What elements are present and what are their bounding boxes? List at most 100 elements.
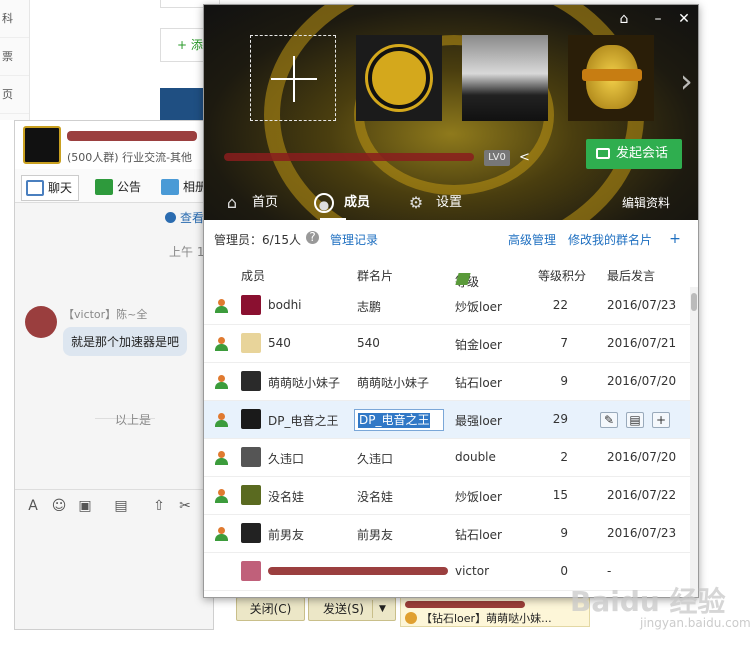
column-last-speak[interactable]: 最后发言 (607, 267, 655, 284)
tab-album[interactable]: 相册 (157, 175, 207, 201)
table-row[interactable]: 久违口 久违口 double 2 2016/07/20 (204, 439, 690, 477)
column-card[interactable]: 群名片 (357, 267, 393, 284)
chevron-down-icon[interactable]: ▼ (379, 598, 386, 620)
group-photo-1[interactable] (356, 35, 442, 121)
admin-user-icon (214, 489, 228, 503)
profile-card-icon[interactable]: ▤ (626, 412, 644, 428)
close-icon[interactable]: ✕ (676, 11, 692, 27)
photo-icon (161, 179, 179, 195)
group-photo-3[interactable] (568, 35, 654, 121)
column-points[interactable]: 等级积分 (538, 267, 586, 284)
gift-icon[interactable]: ▣ (77, 498, 93, 514)
scrollbar[interactable] (690, 287, 698, 597)
member-avatar[interactable] (241, 523, 261, 543)
tab-home[interactable]: ⌂ 首页 (222, 185, 278, 220)
send-button-label: 发送(S) (323, 602, 364, 616)
notification-bar[interactable]: 【钻石loer】萌萌哒小妹... (400, 597, 590, 627)
chat-header: (500人群) 行业交流-其他 (15, 121, 213, 169)
image-icon[interactable]: ▤ (113, 498, 129, 514)
card-edit-input[interactable]: DP_电音之王 (354, 409, 444, 431)
home-icon: ⌂ (226, 193, 238, 212)
member-name[interactable]: 没名娃 (268, 488, 304, 505)
edit-card-icon[interactable]: ✎ (600, 412, 618, 428)
chat-title-redacted (67, 127, 197, 141)
see-link-label: 查看 (180, 211, 205, 225)
table-row[interactable]: 萌萌哒小妹子 萌萌哒小妹子 钻石loer 9 2016/07/20 (204, 363, 690, 401)
member-table-header: 成员 群名片 等级 等级积分 最后发言 (204, 261, 698, 289)
add-friend-icon[interactable]: + (652, 412, 670, 428)
sender-avatar[interactable] (25, 306, 57, 338)
member-last-speak: - (607, 564, 612, 578)
member-name[interactable]: 前男友 (268, 526, 304, 543)
table-row[interactable]: 没名娃 没名娃 炒饭loer 15 2016/07/22 (204, 477, 690, 515)
member-avatar[interactable] (241, 447, 261, 467)
watermark: Baidu 经验 (570, 585, 726, 618)
member-avatar[interactable] (241, 295, 261, 315)
member-last-speak: 2016/07/22 (607, 488, 677, 502)
tab-home-label: 首页 (252, 195, 279, 210)
member-name[interactable]: DP_电音之王 (268, 412, 338, 429)
pin-icon[interactable]: ⌂ (616, 11, 632, 27)
member-avatar[interactable] (241, 485, 261, 505)
admin-user-icon (214, 451, 228, 465)
tab-announcement[interactable]: 公告 (91, 175, 141, 201)
member-points: 2 (560, 450, 568, 464)
level-badge: LV0 (484, 150, 510, 166)
member-name[interactable]: 萌萌哒小妹子 (268, 374, 340, 391)
member-avatar[interactable] (241, 333, 261, 353)
group-name-redacted (224, 153, 474, 163)
background-left-item[interactable]: 科 (0, 0, 29, 38)
manage-record-link[interactable]: 管理记录 (330, 231, 378, 248)
tab-settings[interactable]: ⚙ 设置 (406, 185, 462, 220)
send-button[interactable]: 发送(S) ▼ (308, 597, 396, 621)
table-row[interactable]: 前男友 前男友 钻石loer 9 2016/07/23 (204, 515, 690, 553)
advanced-manage-link[interactable]: 高级管理 (508, 231, 556, 248)
start-chat-button[interactable]: 发起会话 (586, 139, 682, 169)
background-left-item[interactable]: 页 (0, 76, 29, 114)
member-name-redacted (268, 567, 448, 575)
share-icon[interactable]: < (519, 150, 530, 165)
member-name[interactable]: 540 (268, 336, 291, 350)
background-left-column: 科 票 页 (0, 0, 30, 120)
member-toolbar: 管理员：6/15人 ? 管理记录 高级管理 修改我的群名片 + (204, 221, 698, 257)
table-row[interactable]: bodhi 志鹏 炒饭loer 22 2016/07/23 (204, 287, 690, 325)
add-member-icon[interactable]: + (664, 229, 686, 249)
member-avatar[interactable] (241, 371, 261, 391)
group-data-window: ⌂ – ✕ › LV0 < 发起会话 ⌂ 首页 ● 成员 ⚙ 设置 编辑资料 管理员：… (203, 4, 699, 598)
close-button[interactable]: 关闭(C) (236, 597, 305, 621)
table-row[interactable]: 540 540 铂金loer 7 2016/07/21 (204, 325, 690, 363)
scrollbar-thumb[interactable] (691, 293, 697, 311)
column-member[interactable]: 成员 (241, 267, 265, 284)
chevron-right-icon[interactable]: › (680, 65, 693, 97)
member-level: 炒饭loer (455, 490, 502, 504)
member-last-speak: 2016/07/23 (607, 526, 677, 540)
background-left-item[interactable]: 票 (0, 38, 29, 76)
help-icon[interactable]: ? (306, 231, 319, 244)
tab-chat[interactable]: 聊天 (21, 175, 80, 201)
table-row[interactable]: DP_电音之王 DP_电音之王 最强loer 29 ✎ ▤ + (204, 401, 690, 439)
member-name[interactable]: bodhi (268, 298, 302, 312)
chat-window: (500人群) 行业交流-其他 聊天 公告 相册 查看 上午 1 【victor… (14, 120, 214, 630)
member-avatar[interactable] (241, 561, 261, 581)
member-avatar[interactable] (241, 409, 261, 429)
upload-icon[interactable]: ⇧ (151, 498, 167, 514)
group-avatar[interactable] (23, 126, 61, 164)
group-photo-2[interactable] (462, 35, 548, 121)
member-card: 没名娃 (357, 490, 394, 504)
notification-avatar-icon (405, 612, 417, 624)
scissors-icon[interactable]: ✂ (177, 498, 193, 514)
message-sender: 【victor】陈~全 (63, 308, 148, 321)
edit-info-link[interactable]: 编辑资料 (622, 185, 670, 220)
tab-chat-label: 聊天 (48, 181, 73, 195)
tab-members[interactable]: ● 成员 (314, 185, 370, 220)
see-history-link[interactable]: 查看 (165, 209, 204, 226)
add-photo-button[interactable] (250, 35, 336, 121)
watermark-subtitle: jingyan.baidu.com (640, 616, 750, 630)
edit-my-card-link[interactable]: 修改我的群名片 (568, 231, 652, 248)
minimize-icon[interactable]: – (650, 11, 666, 27)
emoji-icon[interactable]: ☺ (51, 498, 67, 514)
member-points: 22 (552, 298, 568, 312)
member-name[interactable]: 久违口 (268, 450, 304, 467)
font-icon[interactable]: A (25, 498, 41, 514)
member-table-body: bodhi 志鹏 炒饭loer 22 2016/07/23 540 540 铂金loer 7 20… (204, 287, 690, 597)
